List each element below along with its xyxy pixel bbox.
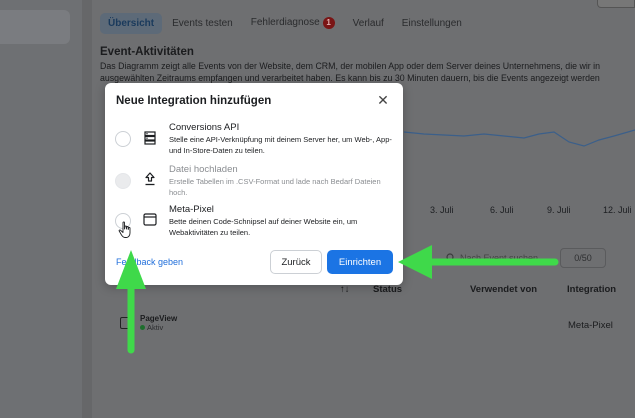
status-label: Aktiv (147, 323, 164, 332)
sort-icon[interactable]: ↑↓ (340, 284, 350, 295)
browser-window-icon (120, 317, 134, 329)
tab-settings[interactable]: Einstellungen (394, 13, 470, 34)
x-tick-label: 6. Juli (490, 205, 514, 215)
section-description: Das Diagramm zeigt alle Events von der W… (100, 60, 635, 84)
option-description: Stelle eine API-Verknüpfung mit deinem S… (169, 135, 392, 155)
tab-overview[interactable]: Übersicht (100, 12, 163, 34)
event-activity-chart-line (404, 129, 635, 147)
top-right-control[interactable] (597, 0, 635, 8)
option-title: Datei hochladen (169, 164, 238, 175)
tab-label: Einstellungen (401, 17, 462, 29)
radio-conversions-api[interactable] (115, 131, 131, 147)
tab-label: Events testen (172, 17, 233, 29)
option-description: Bette deinen Code-Schnipsel auf deiner W… (169, 217, 358, 237)
back-button[interactable]: Zurück (270, 250, 322, 274)
close-icon[interactable]: ✕ (375, 92, 391, 108)
event-status: Aktiv (140, 323, 177, 332)
option-title: Conversions API (169, 122, 240, 133)
tab-label: Verlauf (352, 17, 384, 29)
option-title: Meta-Pixel (169, 204, 214, 215)
status-dot-icon (140, 325, 145, 330)
sidebar-active-item[interactable] (0, 10, 70, 44)
setup-button[interactable]: Einrichten (327, 250, 393, 274)
x-tick-label: 12. Juli (603, 205, 632, 215)
tab-label: Fehlerdiagnose (250, 17, 320, 28)
server-icon (143, 131, 157, 145)
column-header-status[interactable]: Status (373, 284, 402, 295)
tab-bar: Übersicht Events testen Fehlerdiagnose 1 … (100, 10, 472, 36)
option-meta-pixel[interactable]: Meta-Pixel Bette deinen Code-Schnipsel a… (105, 203, 403, 247)
event-search-input[interactable]: Nach Event suchen (442, 248, 552, 268)
upload-icon (143, 172, 157, 186)
event-count-box: 0/50 (560, 248, 606, 268)
description-line: Das Diagramm zeigt alle Events von der W… (100, 61, 601, 71)
dialog-title: Neue Integration hinzufügen (116, 95, 272, 107)
table-row[interactable]: PageView Aktiv (120, 314, 177, 332)
integration-cell: Meta-Pixel (568, 320, 613, 331)
sidebar-divider (82, 0, 92, 418)
event-name: PageView (140, 314, 178, 323)
chart-x-axis: 3. Juli 6. Juli 9. Juli 12. Juli (404, 205, 635, 217)
add-integration-dialog: Neue Integration hinzufügen ✕ Conversion… (105, 83, 403, 285)
option-file-upload: Datei hochladen Erstelle Tabellen im .CS… (105, 162, 403, 206)
browser-window-icon (143, 212, 157, 226)
x-tick-label: 9. Juli (547, 205, 571, 215)
column-header-integration[interactable]: Integration (567, 284, 616, 295)
feedback-link[interactable]: Feedback geben (116, 257, 183, 267)
option-description: Erstelle Tabellen im .CSV-Format und lad… (169, 177, 381, 197)
option-conversions-api[interactable]: Conversions API Stelle eine API-Verknüpf… (105, 119, 403, 163)
diagnostics-count-badge: 1 (322, 17, 335, 29)
sidebar (0, 0, 82, 418)
tab-diagnostics[interactable]: Fehlerdiagnose 1 (243, 12, 343, 34)
hand-pointer-icon (118, 221, 131, 238)
radio-file-upload (115, 173, 131, 189)
search-placeholder: Nach Event suchen (460, 253, 539, 263)
tab-test-events[interactable]: Events testen (164, 13, 241, 34)
section-title: Event-Aktivitäten (100, 46, 194, 58)
search-icon (446, 253, 456, 263)
column-header-used-by[interactable]: Verwendet von (470, 284, 537, 295)
tab-history[interactable]: Verlauf (345, 13, 392, 34)
tab-label: Übersicht (108, 17, 155, 29)
x-tick-label: 3. Juli (430, 205, 454, 215)
